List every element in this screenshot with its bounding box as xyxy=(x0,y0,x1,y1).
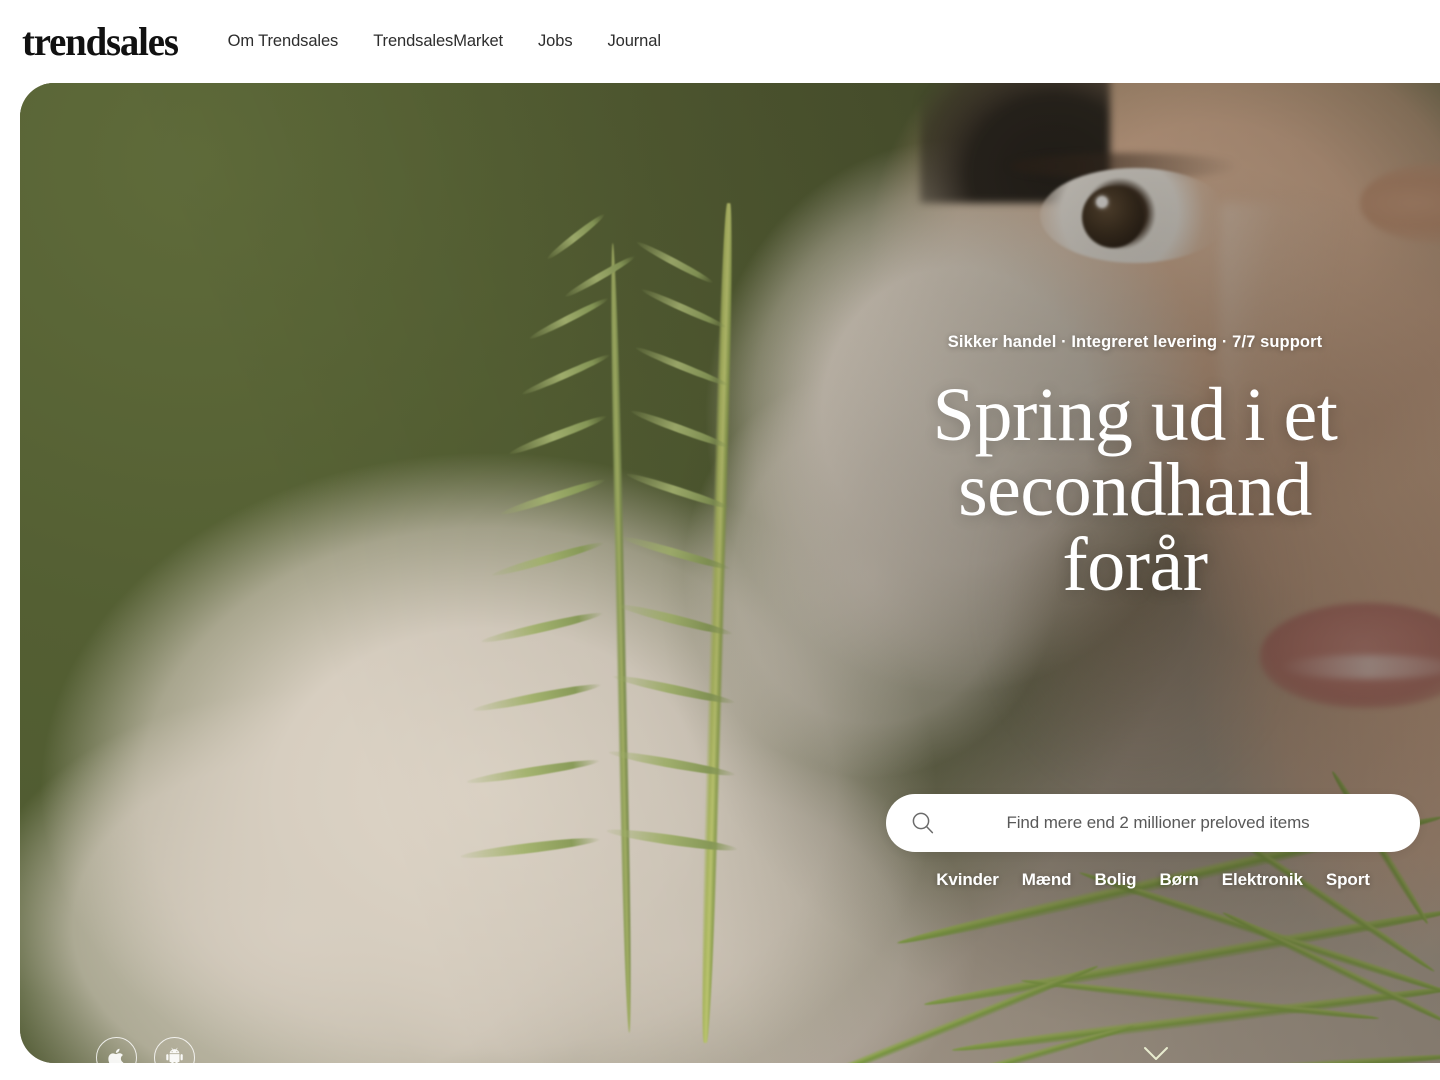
nav-item-om-trendsales[interactable]: Om Trendsales xyxy=(228,32,339,51)
hero-title-line-2: secondhand xyxy=(958,448,1312,533)
hero-category-links: Kvinder Mænd Bolig Børn Elektronik Sport xyxy=(886,870,1420,890)
hero-title-line-3: forår xyxy=(1062,523,1208,608)
chevron-down-icon xyxy=(1142,1047,1170,1063)
app-store-badges xyxy=(96,1037,195,1063)
category-link-bolig[interactable]: Bolig xyxy=(1094,870,1136,890)
category-link-elektronik[interactable]: Elektronik xyxy=(1222,870,1303,890)
search-icon xyxy=(910,810,936,836)
scroll-down-button[interactable] xyxy=(1142,1045,1170,1063)
hero-title-line-1: Spring ud i et xyxy=(932,373,1338,457)
hero-tagline: Sikker handel · Integreret levering · 7/… xyxy=(947,333,1323,351)
nav-item-jobs[interactable]: Jobs xyxy=(538,32,573,51)
apple-app-store-button[interactable] xyxy=(96,1037,137,1063)
nav-item-trendsalesmarket[interactable]: TrendsalesMarket xyxy=(373,32,503,51)
google-play-store-button[interactable] xyxy=(154,1037,195,1063)
category-link-kvinder[interactable]: Kvinder xyxy=(936,870,999,890)
site-header: trendsales Om Trendsales TrendsalesMarke… xyxy=(0,0,1440,83)
apple-icon xyxy=(107,1047,127,1063)
hero-content: Sikker handel · Integreret levering · 7/… xyxy=(865,333,1405,604)
hero-section: Sikker handel · Integreret levering · 7/… xyxy=(20,83,1440,1063)
search-input[interactable]: Find mere end 2 millioner preloved items xyxy=(936,813,1420,833)
category-link-maend[interactable]: Mænd xyxy=(1022,870,1072,890)
nav-item-journal[interactable]: Journal xyxy=(607,32,661,51)
site-logo[interactable]: trendsales xyxy=(22,21,179,62)
main-navigation: Om Trendsales TrendsalesMarket Jobs Jour… xyxy=(228,32,661,51)
category-link-sport[interactable]: Sport xyxy=(1326,870,1370,890)
android-icon xyxy=(164,1047,185,1063)
category-link-born[interactable]: Børn xyxy=(1159,870,1198,890)
hero-search-bar[interactable]: Find mere end 2 millioner preloved items xyxy=(886,794,1420,852)
hero-title: Spring ud i et secondhand forår xyxy=(865,377,1405,608)
